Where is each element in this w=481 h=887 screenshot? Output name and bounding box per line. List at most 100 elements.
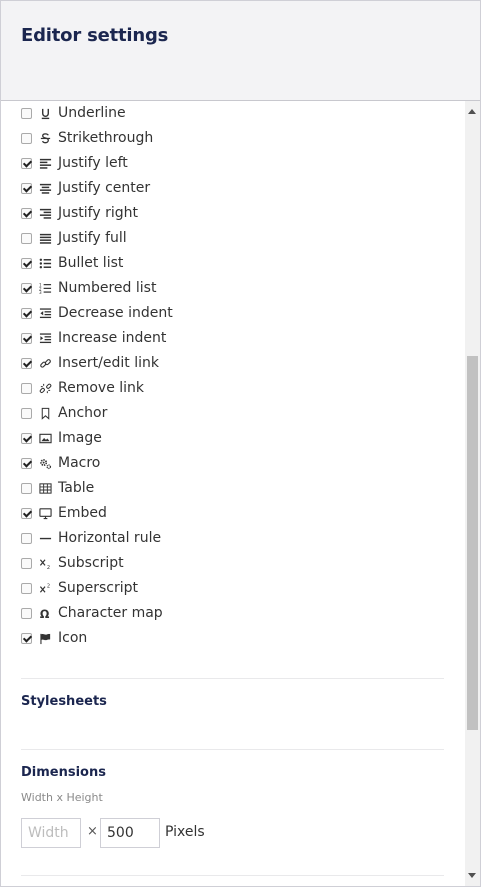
checkbox[interactable] (21, 307, 32, 319)
width-input[interactable] (21, 818, 81, 848)
toolbar-option-label: Strikethrough (58, 130, 154, 146)
toolbar-option-insert-edit-link[interactable]: Insert/edit link (21, 352, 159, 374)
table-icon (38, 481, 52, 495)
omega-icon: Ω (38, 606, 52, 620)
strikethrough-icon (38, 131, 52, 145)
toolbar-option-label: Justify right (58, 205, 138, 221)
toolbar-option-label: Bullet list (58, 255, 124, 271)
checkbox[interactable] (21, 257, 32, 269)
hr-icon (38, 531, 52, 545)
toolbar-option-macro[interactable]: Macro (21, 452, 100, 474)
toolbar-option-icon[interactable]: Icon (21, 627, 87, 649)
checkbox[interactable] (21, 507, 32, 519)
toolbar-option-embed[interactable]: Embed (21, 502, 107, 524)
toolbar-option-underline[interactable]: Underline (21, 102, 126, 124)
divider (21, 749, 444, 750)
superscript-icon: 2 (38, 581, 52, 595)
align-center-icon (38, 181, 52, 195)
divider (21, 678, 444, 679)
checkbox[interactable] (21, 182, 32, 194)
toolbar-option-label: Character map (58, 605, 163, 621)
toolbar-option-bullet-list[interactable]: Bullet list (21, 252, 123, 274)
toolbar-option-label: Numbered list (58, 280, 157, 296)
toolbar-option-justify-full[interactable]: Justify full (21, 227, 127, 249)
stylesheets-heading: Stylesheets (21, 694, 107, 709)
monitor-icon (38, 506, 52, 520)
toolbar-option-label: Anchor (58, 405, 108, 421)
toolbar-option-justify-right[interactable]: Justify right (21, 202, 138, 224)
panel-header: Editor settings (1, 1, 480, 101)
toolbar-option-label: Table (58, 480, 95, 496)
checkbox[interactable] (21, 207, 32, 219)
vertical-scrollbar[interactable] (465, 101, 480, 886)
dimensions-heading: Dimensions (21, 765, 106, 780)
checkbox[interactable] (21, 482, 32, 494)
toolbar-option-subscript[interactable]: 2 Subscript (21, 552, 124, 574)
toolbar-option-justify-left[interactable]: Justify left (21, 152, 128, 174)
toolbar-option-anchor[interactable]: Anchor (21, 402, 107, 424)
editor-settings-panel: Editor settings Underline Strikethrough Ju… (0, 0, 481, 887)
toolbar-option-label: Insert/edit link (58, 355, 159, 371)
toolbar-option-label: Image (58, 430, 102, 446)
toolbar-option-numbered-list[interactable]: 1 2 3 Numbered list (21, 277, 156, 299)
checkbox[interactable] (21, 632, 32, 644)
svg-text:Ω: Ω (39, 608, 49, 620)
toolbar-option-label: Macro (58, 455, 101, 471)
checkbox[interactable] (21, 407, 32, 419)
toolbar-option-increase-indent[interactable]: Increase indent (21, 327, 166, 349)
checkbox[interactable] (21, 232, 32, 244)
toolbar-option-label: Remove link (58, 380, 145, 396)
checkbox[interactable] (21, 582, 32, 594)
toolbar-option-image[interactable]: Image (21, 427, 102, 449)
scroll-down-arrow-icon[interactable] (468, 873, 476, 878)
toolbar-option-remove-link[interactable]: Remove link (21, 377, 144, 399)
align-left-icon (38, 156, 52, 170)
times-symbol: × (87, 824, 98, 839)
cogs-icon (38, 456, 52, 470)
toolbar-option-table[interactable]: Table (21, 477, 94, 499)
checkbox[interactable] (21, 532, 32, 544)
checkbox[interactable] (21, 557, 32, 569)
subscript-icon: 2 (38, 556, 52, 570)
checkbox[interactable] (21, 357, 32, 369)
checkbox[interactable] (21, 332, 32, 344)
toolbar-option-label: Superscript (58, 580, 139, 596)
flag-icon (38, 631, 52, 645)
checkbox[interactable] (21, 432, 32, 444)
checkbox[interactable] (21, 157, 32, 169)
toolbar-option-label: Decrease indent (58, 305, 173, 321)
toolbar-option-justify-center[interactable]: Justify center (21, 177, 150, 199)
toolbar-option-label: Increase indent (58, 330, 167, 346)
align-justify-icon (38, 231, 52, 245)
toolbar-option-strikethrough[interactable]: Strikethrough (21, 127, 153, 149)
checkbox[interactable] (21, 132, 32, 144)
toolbar-option-label: Subscript (58, 555, 124, 571)
svg-text:3: 3 (39, 290, 42, 295)
toolbar-option-label: Justify full (58, 230, 127, 246)
image-icon (38, 431, 52, 445)
checkbox[interactable] (21, 282, 32, 294)
checkbox[interactable] (21, 107, 32, 119)
toolbar-option-label: Underline (58, 105, 126, 121)
toolbar-option-superscript[interactable]: 2 Superscript (21, 577, 138, 599)
settings-body: Underline Strikethrough Justify left Justif… (1, 101, 480, 886)
toolbar-option-decrease-indent[interactable]: Decrease indent (21, 302, 173, 324)
underline-icon (38, 106, 52, 120)
toolbar-option-horizontal-rule[interactable]: Horizontal rule (21, 527, 161, 549)
checkbox[interactable] (21, 457, 32, 469)
toolbar-option-label: Justify center (58, 180, 151, 196)
scrollbar-thumb[interactable] (467, 356, 478, 730)
indent-icon (38, 331, 52, 345)
svg-text:2: 2 (46, 583, 49, 589)
toolbar-option-label: Justify left (58, 155, 128, 171)
svg-text:2: 2 (46, 565, 49, 570)
divider (21, 875, 444, 876)
height-input[interactable] (100, 818, 160, 848)
checkbox[interactable] (21, 607, 32, 619)
scroll-up-arrow-icon[interactable] (468, 109, 476, 114)
toolbar-option-character-map[interactable]: Ω Character map (21, 602, 163, 624)
numbered-list-icon: 123 (38, 281, 52, 295)
align-right-icon (38, 206, 52, 220)
checkbox[interactable] (21, 382, 32, 394)
outdent-icon (38, 306, 52, 320)
